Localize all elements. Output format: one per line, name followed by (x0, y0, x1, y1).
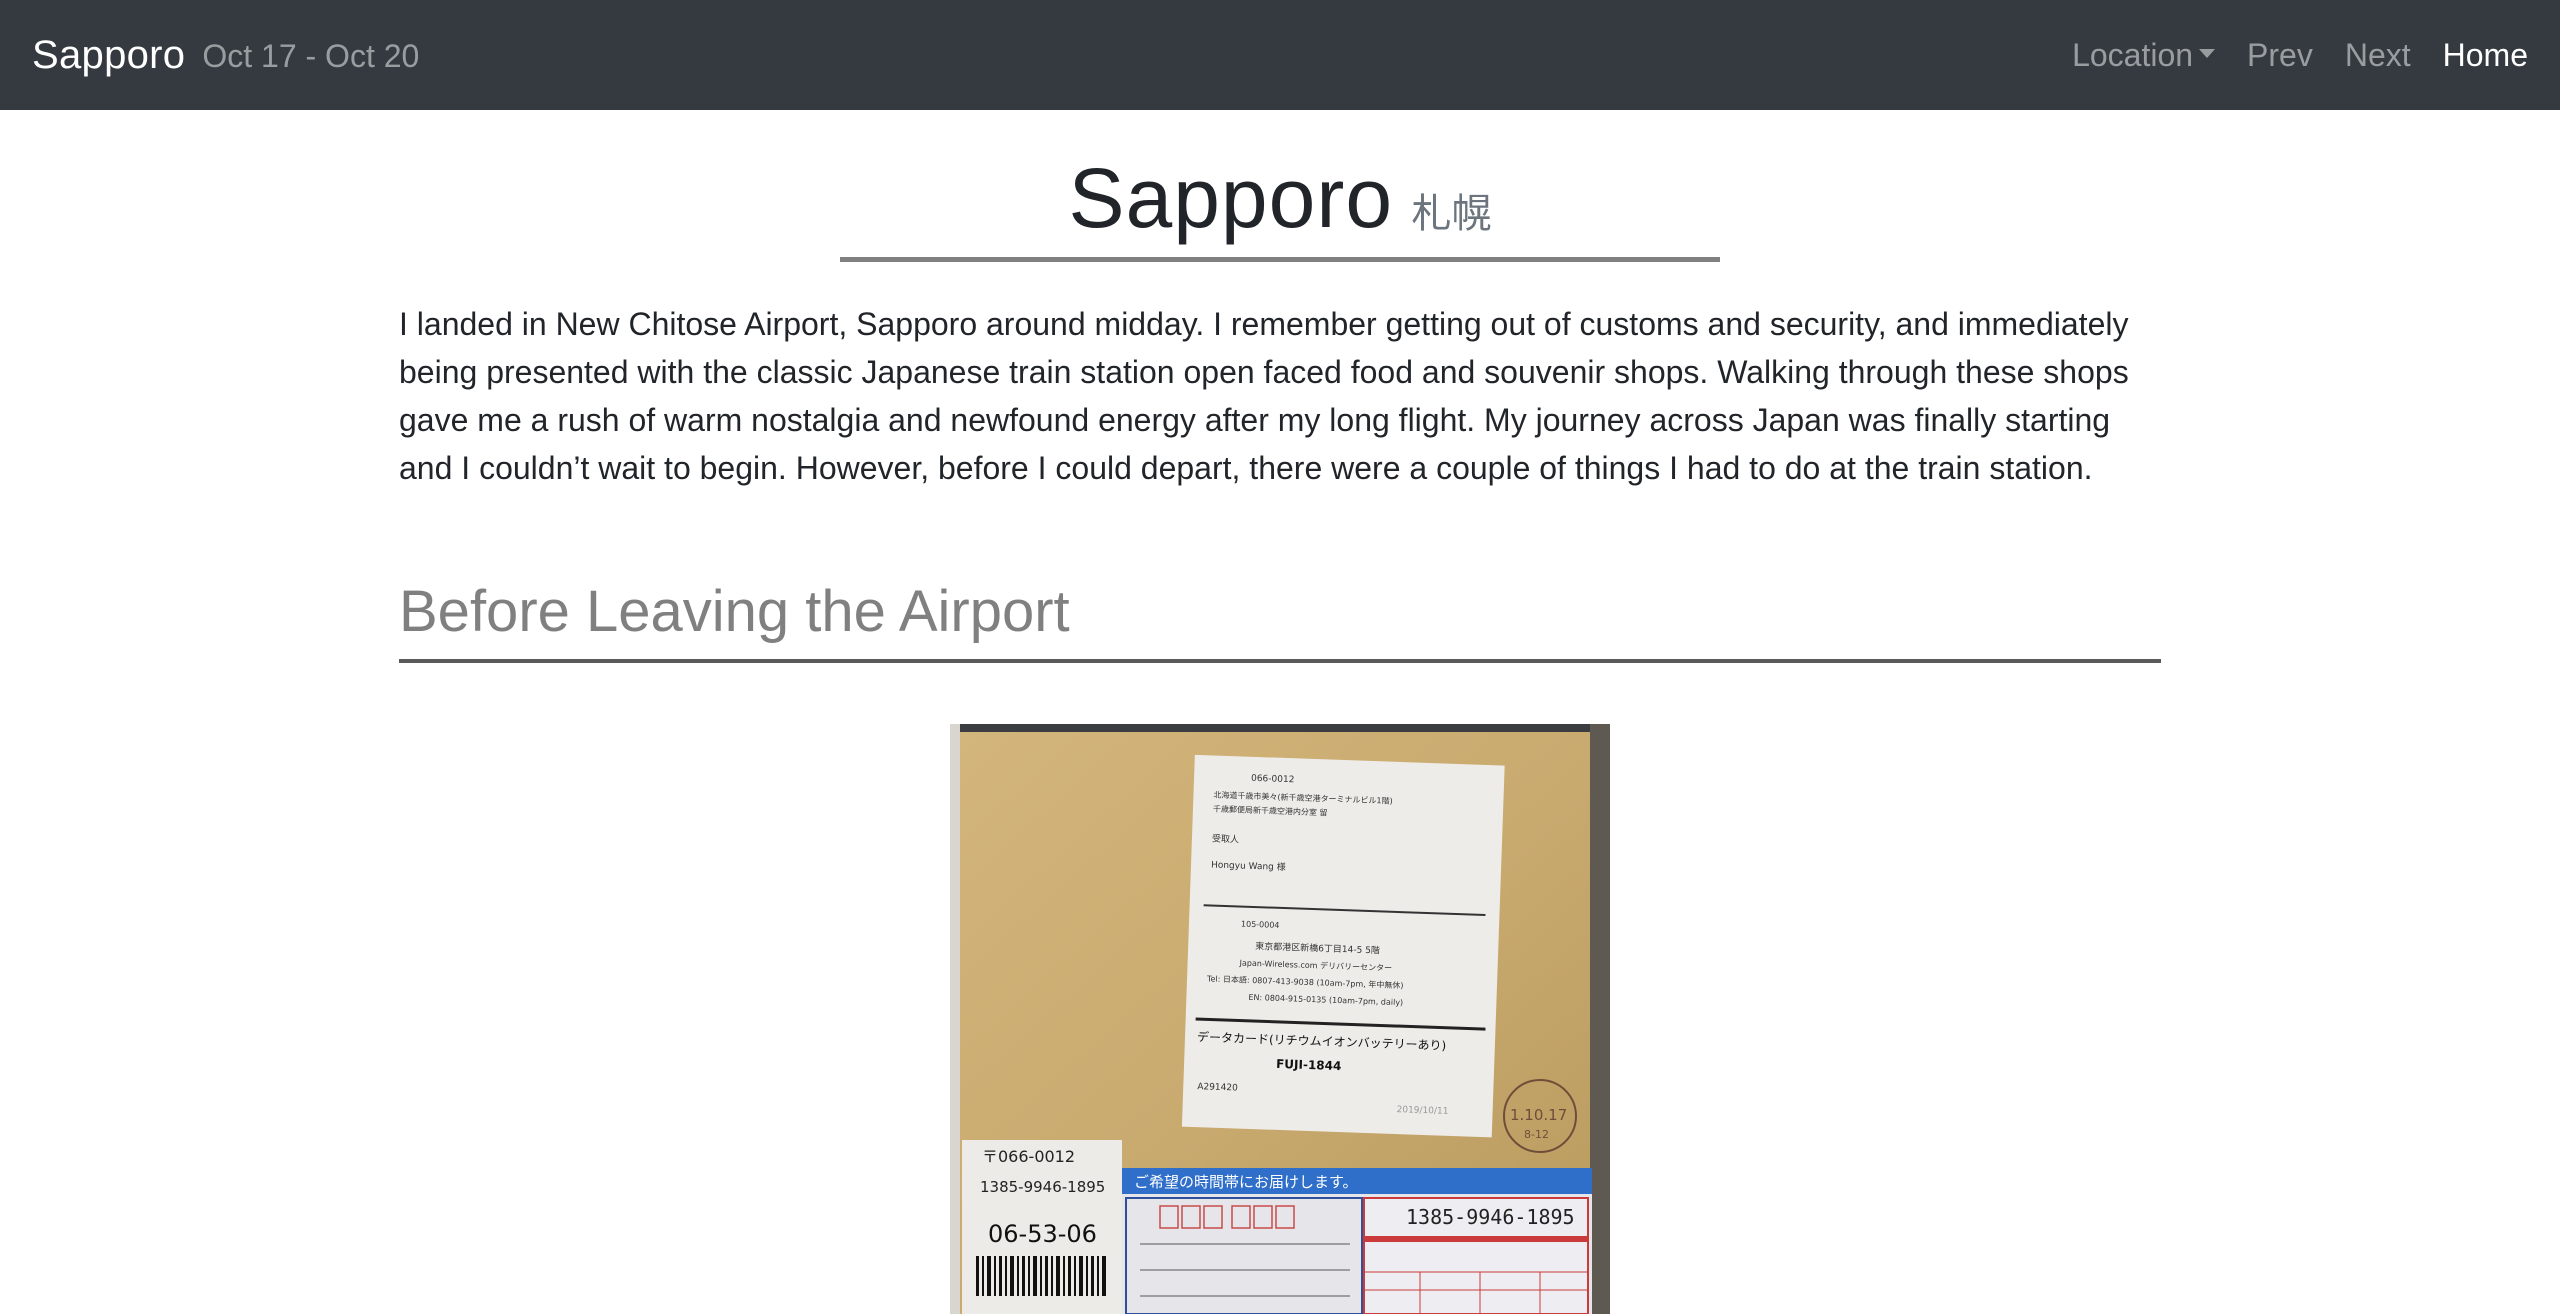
slip-phone: 1385-9946-1895 (980, 1178, 1105, 1196)
location-dropdown[interactable]: Location (2072, 36, 2216, 74)
top-navbar: Sapporo Oct 17 - Oct 20 Location Prev Ne… (0, 0, 2560, 110)
prev-link[interactable]: Prev (2247, 37, 2313, 74)
section-heading: Before Leaving the Airport (399, 578, 2161, 663)
trip-dates: Oct 17 - Oct 20 (202, 37, 420, 74)
slip-number: 06-53-06 (988, 1220, 1097, 1248)
next-link[interactable]: Next (2345, 37, 2411, 74)
label-code: A291420 (1197, 1082, 1238, 1093)
stamp-code: 8-12 (1524, 1128, 1549, 1141)
nav-links: Location Prev Next Home (2040, 37, 2528, 74)
slip-postal: 〒066-0012 (982, 1147, 1075, 1166)
page-title: Sapporo (1068, 151, 1394, 245)
intro-paragraph: I landed in New Chitose Airport, Sapporo… (399, 306, 2129, 486)
page-title-block: Sapporo 札幌 (840, 150, 1720, 262)
label-recipient-label: 受取人 (1212, 832, 1239, 845)
caret-down-icon (2199, 48, 2216, 58)
main-content: Sapporo 札幌 I landed in New Chitose Airpo… (399, 110, 2161, 663)
label-date: 2019/10/11 (1396, 1105, 1448, 1117)
parcel-photo: 066-0012 北海道千歳市美々(新千歳空港ターミナルビル1階) 千歳郵便局新… (950, 724, 1610, 1314)
parcel-photo-drawing: 066-0012 北海道千歳市美々(新千歳空港ターミナルビル1階) 千歳郵便局新… (950, 724, 1610, 1314)
barcode (976, 1256, 1106, 1296)
stamp-date: 1.10.17 (1510, 1106, 1567, 1124)
label-sender-postal: 105-0004 (1241, 920, 1280, 930)
label-postal: 066-0012 (1251, 774, 1295, 786)
navbar-brand[interactable]: Sapporo (32, 33, 185, 78)
label-model: FUJI-1844 (1276, 1057, 1342, 1073)
home-link[interactable]: Home (2443, 37, 2528, 74)
slip-banner: ご希望の時間帯にお届けします。 (1134, 1173, 1358, 1191)
page-title-japanese: 札幌 (1411, 191, 1492, 237)
location-label: Location (2072, 36, 2194, 73)
slip-tracking: 1385-9946-1895 (1406, 1205, 1575, 1229)
